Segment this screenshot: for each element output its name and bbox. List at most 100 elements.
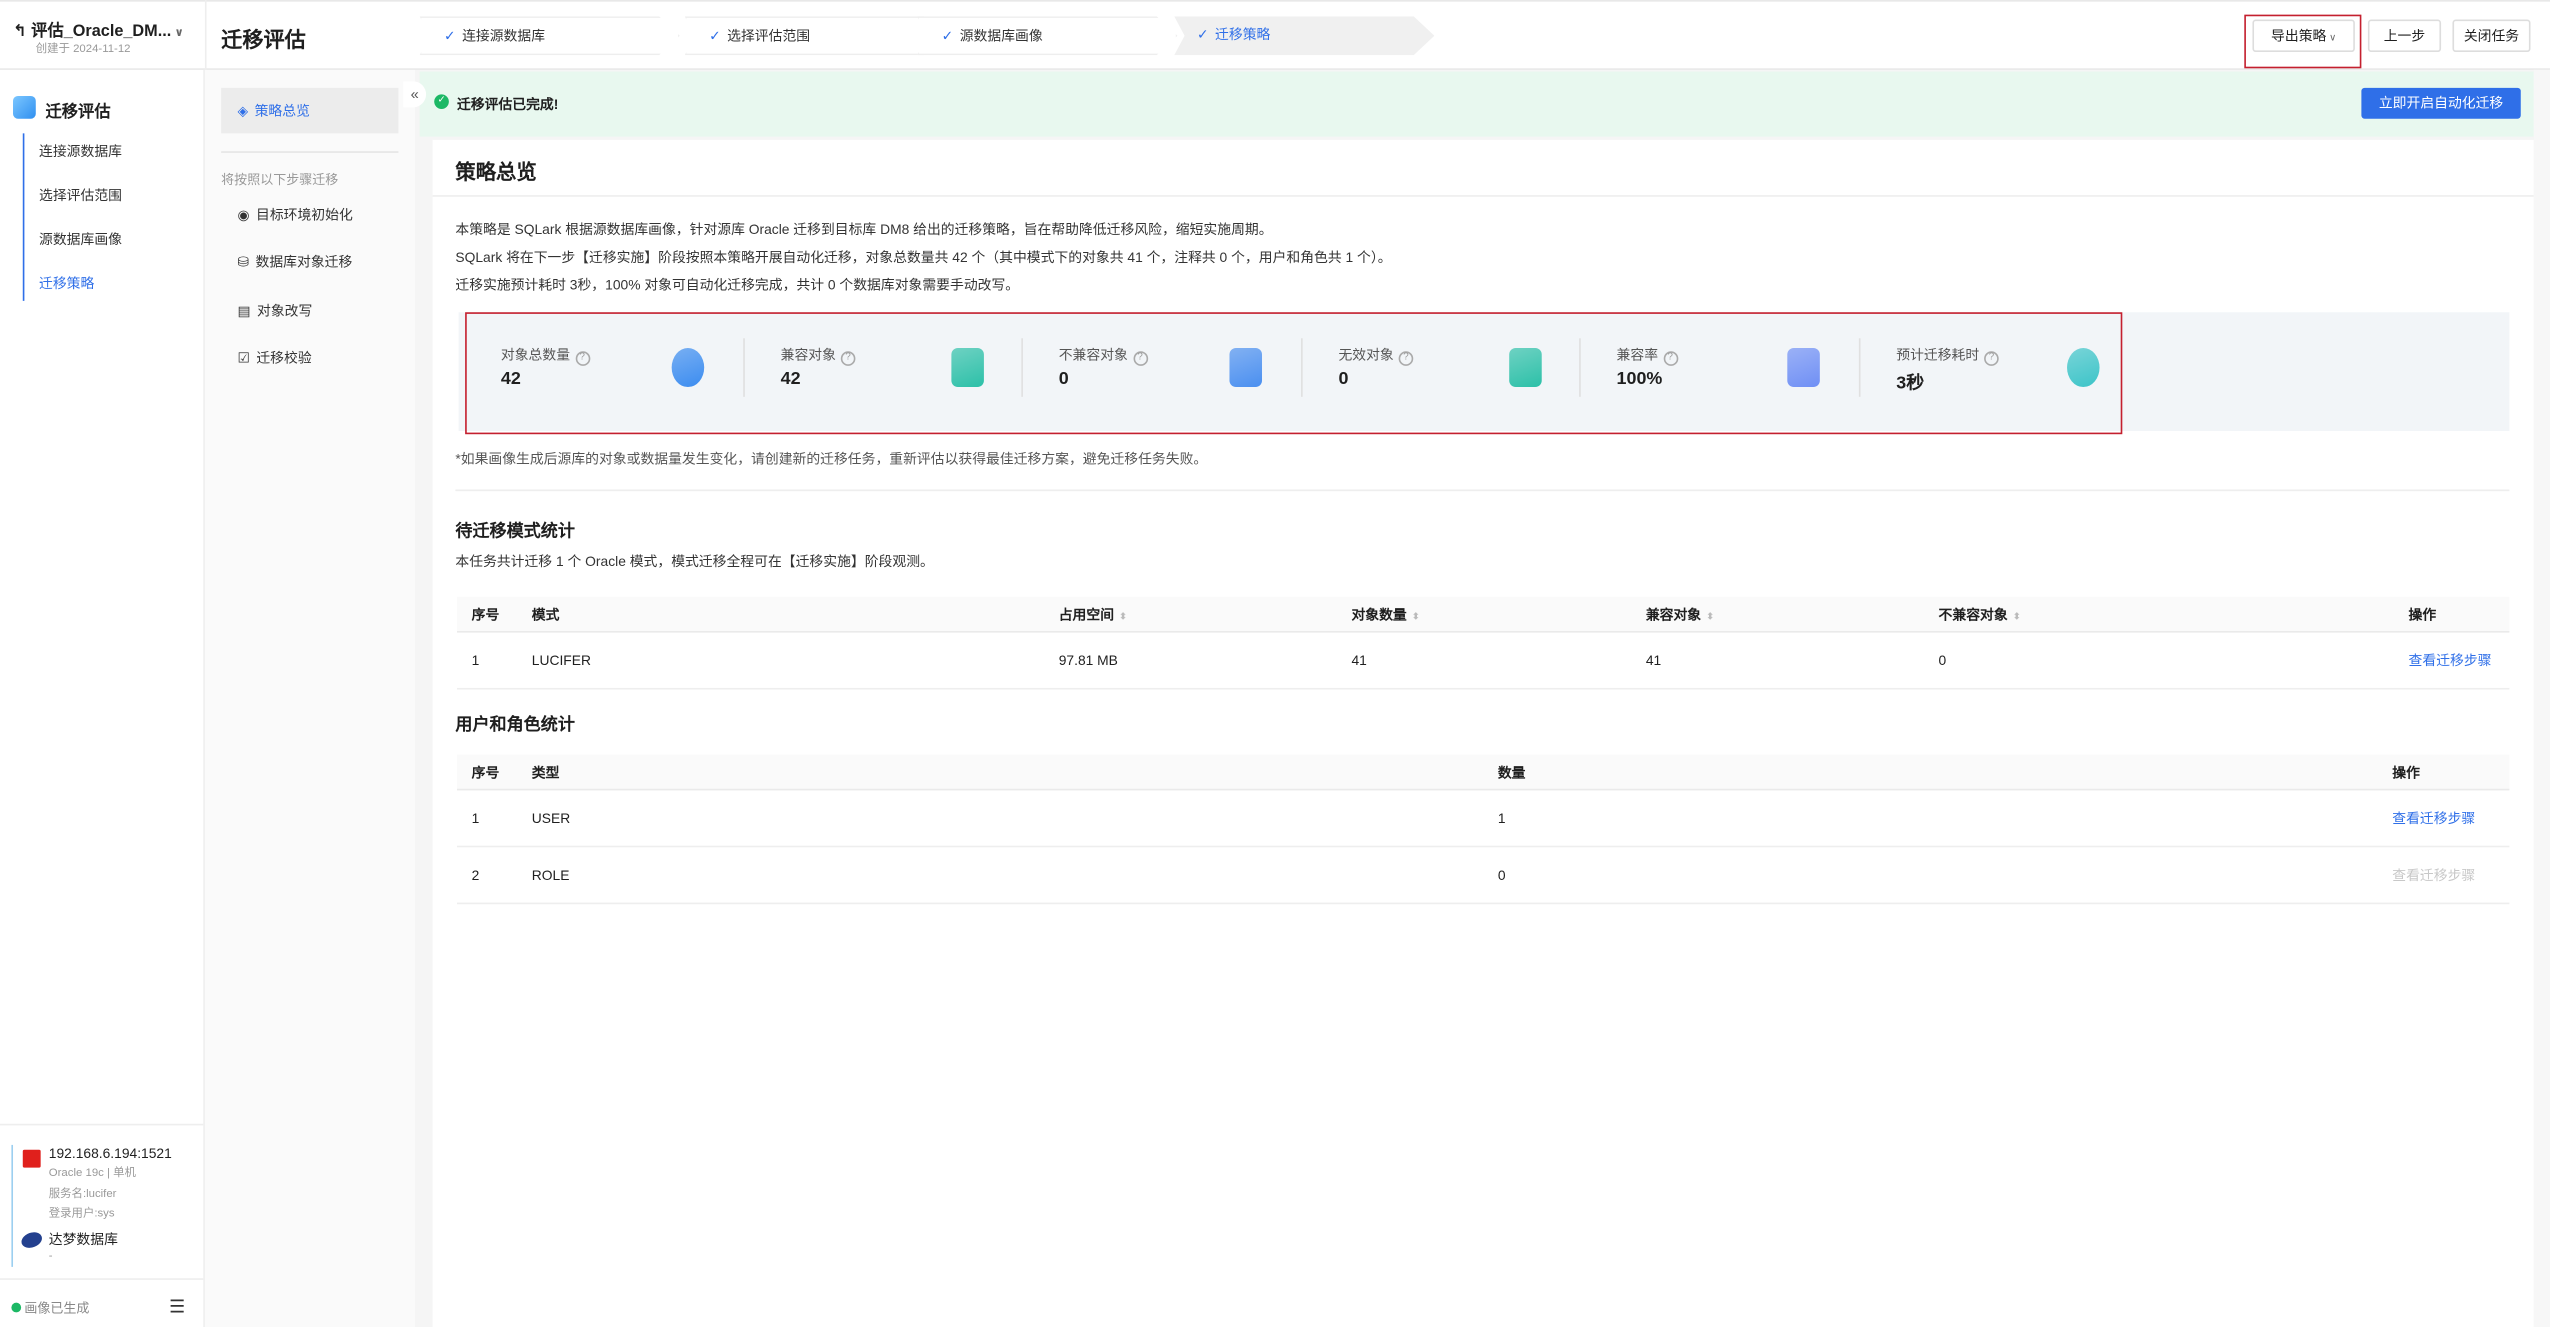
export-strategy-button[interactable]: 导出策略 ∨ xyxy=(2252,20,2354,53)
chevron-down-icon: ∨ xyxy=(2326,34,2336,44)
stat-icon xyxy=(951,348,984,387)
stat-value: 42 xyxy=(501,369,521,389)
sidebar-section-title: 迁移评估 xyxy=(46,98,111,122)
stat-label-text: 对象总数量 xyxy=(501,346,570,362)
step-label: 选择评估范围 xyxy=(727,28,810,44)
sidebar-item-profile[interactable]: 源数据库画像 xyxy=(39,229,122,249)
stat-value: 100% xyxy=(1617,369,1663,389)
sort-icon[interactable]: ⬍ xyxy=(2013,612,2021,622)
table-row: 1LUCIFER97.81 MB41410查看迁移步骤 xyxy=(457,633,2509,690)
created-date: 创建于 2024-11-12 xyxy=(36,41,131,57)
column-header[interactable]: 占用空间⬍ xyxy=(1059,604,1127,624)
column-header[interactable]: 不兼容对象 ⬍ xyxy=(1939,604,2021,624)
sidebar-item-strategy[interactable]: 迁移策略 xyxy=(39,273,94,293)
scrollbar[interactable] xyxy=(2534,70,2550,1327)
divider xyxy=(1301,338,1303,397)
subnav-caption: 将按照以下步骤迁移 xyxy=(221,171,338,189)
subnav-item-rewrite[interactable]: ▤对象改写 xyxy=(237,301,312,321)
column-header: 操作 xyxy=(2392,762,2420,782)
column-header: 类型 xyxy=(532,762,560,782)
help-icon[interactable]: ? xyxy=(841,351,856,366)
help-icon[interactable]: ? xyxy=(1133,351,1148,366)
stat-card: 兼容率?100% xyxy=(1617,345,1895,397)
task-name: 评估_Oracle_DM... xyxy=(31,23,171,41)
check-icon: ✓ xyxy=(942,28,954,44)
view-steps-link[interactable]: 查看迁移步骤 xyxy=(2409,651,2492,671)
step-profile[interactable]: ✓源数据库画像 xyxy=(917,16,1177,55)
sidebar-item-scope[interactable]: 选择评估范围 xyxy=(39,185,122,205)
column-header: 序号 xyxy=(472,604,500,624)
label: 对象改写 xyxy=(257,301,312,321)
stat-card: 对象总数量? 42 xyxy=(501,345,779,397)
divider xyxy=(455,490,2509,492)
sort-icon[interactable]: ⬍ xyxy=(1706,612,1714,622)
view-steps-link[interactable]: 查看迁移步骤 xyxy=(2392,808,2475,828)
column-header[interactable]: 兼容对象 ⬍ xyxy=(1646,604,1714,624)
check-icon: ✓ xyxy=(444,28,456,44)
help-icon[interactable]: ? xyxy=(1984,351,1999,366)
start-auto-migration-button[interactable]: 立即开启自动化迁移 xyxy=(2361,88,2520,119)
header-text: 兼容对象 xyxy=(1646,606,1701,622)
stat-card: 不兼容对象? 0 xyxy=(1059,345,1337,397)
stat-value: 3秒 xyxy=(1896,369,1924,395)
column-header[interactable]: 对象数量⬍ xyxy=(1351,604,1419,624)
column-header: 操作 xyxy=(2409,604,2437,624)
step-connect[interactable]: ✓连接源数据库 xyxy=(420,16,680,55)
subnav-overview-label[interactable]: ◈策略总览 xyxy=(237,101,309,121)
divider xyxy=(1021,338,1023,397)
source-host: 192.168.6.194:1521 xyxy=(49,1145,172,1161)
success-banner xyxy=(420,72,2534,137)
table-row: 2ROLE0查看迁移步骤 xyxy=(457,847,2509,904)
sidebar-item-connect[interactable]: 连接源数据库 xyxy=(39,141,122,161)
stat-label-text: 无效对象 xyxy=(1338,346,1393,362)
close-task-button[interactable]: 关闭任务 xyxy=(2452,20,2530,53)
divider xyxy=(205,0,207,70)
help-icon[interactable]: ? xyxy=(1399,351,1414,366)
header-text: 序号 xyxy=(472,606,500,622)
stat-label: 对象总数量? xyxy=(501,345,590,366)
note-text: *如果画像生成后源库的对象或数据量发生变化，请创建新的迁移任务，重新评估以获得最… xyxy=(455,449,1207,469)
help-icon[interactable]: ? xyxy=(575,351,590,366)
header-text: 操作 xyxy=(2409,606,2437,622)
header-text: 不兼容对象 xyxy=(1939,606,2008,622)
table-cell: 41 xyxy=(1646,652,1661,668)
table-cell: 97.81 MB xyxy=(1059,652,1118,668)
oracle-icon xyxy=(23,1150,41,1168)
step-strategy[interactable]: ✓迁移策略 xyxy=(1174,16,1434,55)
stat-label: 不兼容对象? xyxy=(1059,345,1148,366)
sort-icon[interactable]: ⬍ xyxy=(1412,612,1420,622)
back-arrow-icon[interactable]: ↰ xyxy=(13,23,31,41)
profile-status: 画像已生成 xyxy=(24,1299,89,1317)
subnav-item-verify[interactable]: ☑迁移校验 xyxy=(237,348,311,368)
table-cell: 1 xyxy=(472,810,480,826)
stat-card: 兼容对象?42 xyxy=(781,345,1059,397)
table-cell: ROLE xyxy=(532,867,570,883)
divider xyxy=(433,195,2534,197)
sort-icon[interactable]: ⬍ xyxy=(1119,612,1127,622)
table-cell: 1 xyxy=(1498,810,1506,826)
source-user: 登录用户:sys xyxy=(49,1205,115,1221)
view-steps-link[interactable]: 查看迁移步骤 xyxy=(2392,865,2475,885)
nav-line xyxy=(23,133,25,301)
collapse-menu-icon[interactable]: ☰ xyxy=(169,1296,185,1317)
label: 迁移校验 xyxy=(256,348,311,368)
step-scope[interactable]: ✓选择评估范围 xyxy=(685,16,945,55)
subnav-item-init[interactable]: ◉目标环境初始化 xyxy=(237,205,352,225)
subnav-item-object-migration[interactable]: ⛁数据库对象迁移 xyxy=(237,252,352,272)
table-cell: 0 xyxy=(1939,652,1947,668)
label: 数据库对象迁移 xyxy=(256,252,353,272)
stat-label: 兼容率? xyxy=(1617,345,1678,366)
stat-label-text: 兼容率 xyxy=(1617,346,1658,362)
stat-value: 0 xyxy=(1338,369,1348,389)
prev-step-button[interactable]: 上一步 xyxy=(2368,20,2441,53)
schema-section-title: 待迁移模式统计 xyxy=(455,519,575,543)
layers-icon: ◈ xyxy=(237,102,248,120)
stat-label-text: 预计迁移耗时 xyxy=(1896,346,1979,362)
divider xyxy=(1859,338,1861,397)
stat-icon xyxy=(1787,348,1820,387)
divider xyxy=(1579,338,1581,397)
task-selector[interactable]: ↰ 评估_Oracle_DM... ∨ xyxy=(13,16,184,40)
summary-line-1: 本策略是 SQLark 根据源数据库画像，针对源库 Oracle 迁移到目标库 … xyxy=(455,220,1272,240)
stat-value: 0 xyxy=(1059,369,1069,389)
help-icon[interactable]: ? xyxy=(1663,351,1678,366)
